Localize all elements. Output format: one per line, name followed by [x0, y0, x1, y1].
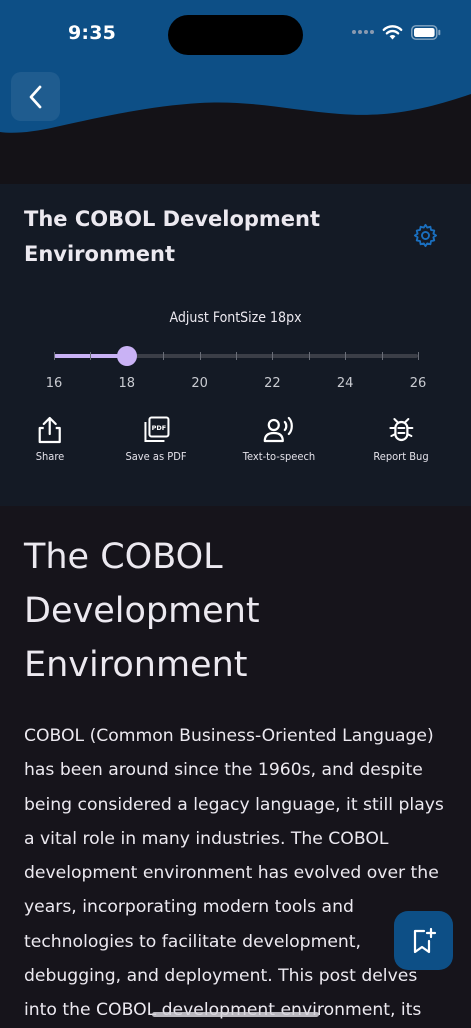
- slider-tick: [163, 352, 165, 360]
- dynamic-island: [168, 15, 303, 55]
- article-title: The COBOL Development Environment: [24, 537, 260, 685]
- reader-settings-panel: The COBOL Development Environment Adjust…: [0, 184, 471, 506]
- save-pdf-label: Save as PDF: [125, 450, 187, 463]
- slider-tick-label: 20: [191, 376, 208, 391]
- status-icons: [352, 24, 441, 40]
- article: The COBOL Development Environment COBOL …: [24, 530, 449, 1028]
- panel-title: The COBOL Development Environment: [24, 207, 321, 266]
- slider-tick-label: 22: [264, 376, 281, 391]
- text-to-speech-action[interactable]: Text-to-speech: [243, 416, 315, 463]
- status-time: 9:35: [68, 22, 117, 44]
- share-icon: [38, 416, 62, 444]
- svg-text:PDF: PDF: [151, 424, 166, 432]
- slider-tick: [54, 352, 55, 360]
- speaker-icon: [263, 416, 294, 443]
- text-to-speech-label: Text-to-speech: [242, 450, 316, 463]
- slider-tick: [418, 352, 419, 360]
- slider-tick: [381, 352, 383, 360]
- font-size-label: Adjust FontSize 18px: [169, 310, 302, 326]
- chevron-left-icon: [29, 85, 41, 108]
- signal-icon: [352, 30, 374, 34]
- font-size-slider[interactable]: [54, 344, 419, 368]
- share-action[interactable]: Share: [35, 416, 65, 463]
- slider-tick: [345, 352, 347, 360]
- bug-icon: [389, 418, 413, 442]
- gear-icon[interactable]: [413, 223, 438, 248]
- battery-icon: [411, 24, 441, 40]
- slider-tick: [236, 352, 237, 360]
- slider-tick: [308, 352, 310, 360]
- pdf-icon: PDF: [144, 416, 169, 442]
- report-bug-label: Report Bug: [373, 450, 429, 463]
- wifi-icon: [382, 25, 403, 40]
- slider-tick-label: 16: [45, 376, 63, 391]
- slider-thumb[interactable]: [116, 346, 137, 366]
- save-pdf-action[interactable]: PDF Save as PDF: [125, 416, 187, 463]
- bookmark-add-button[interactable]: [394, 911, 453, 970]
- slider-tick: [199, 352, 201, 360]
- slider-tick-label: 24: [336, 376, 354, 391]
- report-bug-action[interactable]: Report Bug: [373, 416, 429, 463]
- slider-tick: [90, 352, 92, 360]
- home-indicator: [152, 1012, 319, 1017]
- slider-tick: [272, 352, 274, 360]
- slider-tick-label: 26: [409, 376, 427, 391]
- bookmark-add-icon: [413, 927, 436, 953]
- article-body: COBOL (Common Business-Oriented Language…: [24, 726, 444, 1021]
- back-button[interactable]: [11, 72, 60, 121]
- slider-tick-label: 18: [118, 376, 136, 391]
- share-label: Share: [35, 450, 65, 463]
